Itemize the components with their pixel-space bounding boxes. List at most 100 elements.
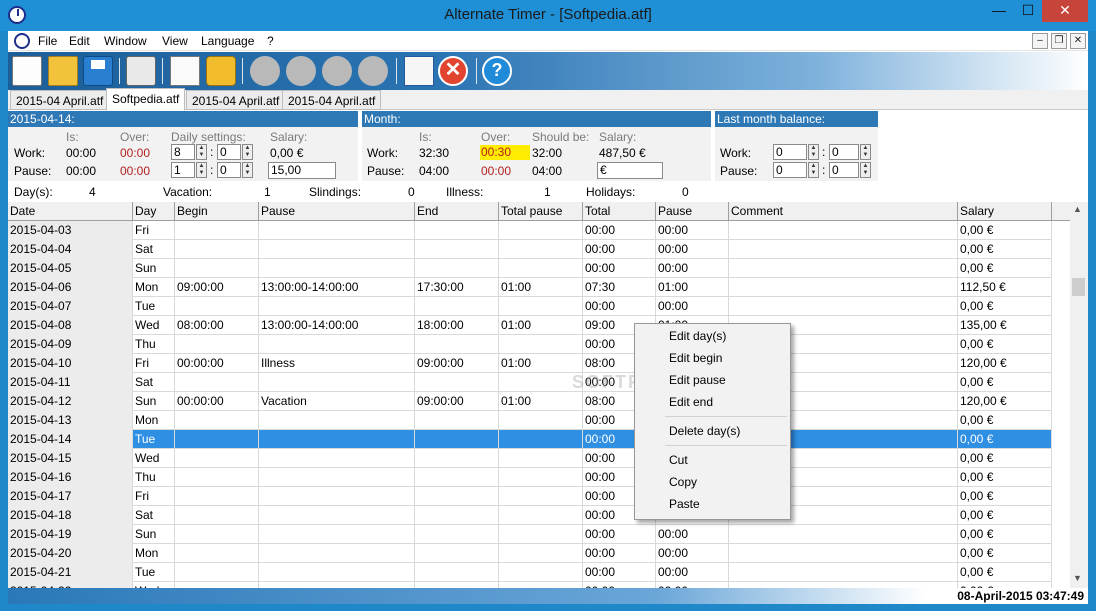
menu-view[interactable]: View [162, 34, 188, 48]
table-row[interactable]: 2015-04-08 Wed 08:00:00 13:00:00-14:00:00 18… [8, 316, 1052, 335]
table-row[interactable]: 2015-04-13 Mon 00:00 0,00 € [8, 411, 1052, 430]
table-row[interactable]: 2015-04-14 Tue 00:00 0,00 € [8, 430, 1052, 449]
cell-total-pause[interactable] [499, 525, 583, 544]
cell-pause-total[interactable]: 00:00 [656, 221, 729, 240]
menu-item-delete-days[interactable]: Delete day(s) [636, 421, 789, 442]
balance-work-minutes-stepper[interactable]: ▲ ▼ [860, 144, 871, 160]
balance-pause-hours-field[interactable]: 0 [773, 162, 807, 178]
help-icon[interactable]: ? [482, 56, 512, 86]
cell-day[interactable]: Mon [133, 411, 175, 430]
cell-begin[interactable] [175, 297, 259, 316]
table-row[interactable]: 2015-04-20 Mon 00:00 00:00 0,00 € [8, 544, 1052, 563]
cell-salary[interactable]: 0,00 € [958, 487, 1052, 506]
menu-item-edit-days[interactable]: Edit day(s) [636, 326, 789, 347]
cell-pause[interactable] [259, 525, 415, 544]
cell-end[interactable] [415, 487, 499, 506]
cell-begin[interactable] [175, 259, 259, 278]
cell-day[interactable]: Wed [133, 316, 175, 335]
cell-end[interactable] [415, 544, 499, 563]
cell-day[interactable]: Tue [133, 563, 175, 582]
cell-pause[interactable] [259, 240, 415, 259]
cell-comment[interactable] [729, 278, 958, 297]
cell-total[interactable]: 00:00 [583, 297, 656, 316]
cell-total-pause[interactable] [499, 487, 583, 506]
month-pause-salary-field[interactable]: € [597, 162, 663, 179]
cell-end[interactable] [415, 525, 499, 544]
scroll-down-arrow[interactable]: ▼ [1073, 573, 1082, 583]
cell-pause[interactable] [259, 259, 415, 278]
menu-item-cut[interactable]: Cut [636, 450, 789, 471]
cell-total-pause[interactable] [499, 221, 583, 240]
cell-salary[interactable]: 120,00 € [958, 354, 1052, 373]
cell-pause-total[interactable]: 00:00 [656, 297, 729, 316]
cell-salary[interactable]: 0,00 € [958, 449, 1052, 468]
balance-work-minutes-field[interactable]: 0 [829, 144, 859, 160]
cell-salary[interactable]: 0,00 € [958, 335, 1052, 354]
table-row[interactable]: 2015-04-03 Fri 00:00 00:00 0,00 € [8, 221, 1052, 240]
cell-begin[interactable]: 00:00:00 [175, 392, 259, 411]
cell-date[interactable]: 2015-04-16 [8, 468, 133, 487]
cell-day[interactable]: Sun [133, 392, 175, 411]
day-work-hours-field[interactable]: 8 [171, 144, 195, 160]
cell-salary[interactable]: 0,00 € [958, 506, 1052, 525]
print-icon[interactable] [126, 56, 156, 86]
cell-day[interactable]: Sat [133, 506, 175, 525]
cell-pause[interactable]: 13:00:00-14:00:00 [259, 278, 415, 297]
table-row[interactable]: 2015-04-19 Sun 00:00 00:00 0,00 € [8, 525, 1052, 544]
day-pause-minutes-field[interactable]: 0 [217, 162, 241, 178]
day-pause-hours-field[interactable]: 1 [171, 162, 195, 178]
cell-date[interactable]: 2015-04-17 [8, 487, 133, 506]
cell-date[interactable]: 2015-04-21 [8, 563, 133, 582]
cell-date[interactable]: 2015-04-18 [8, 506, 133, 525]
cell-begin[interactable] [175, 221, 259, 240]
menu-help[interactable]: ? [267, 34, 274, 48]
cell-total[interactable]: 07:30 [583, 278, 656, 297]
cell-begin[interactable] [175, 430, 259, 449]
cell-comment[interactable] [729, 525, 958, 544]
cell-pause[interactable] [259, 373, 415, 392]
mdi-close-button[interactable]: ✕ [1070, 33, 1086, 49]
column-header-salary[interactable]: Salary [958, 202, 1052, 221]
cell-salary[interactable]: 120,00 € [958, 392, 1052, 411]
cell-date[interactable]: 2015-04-09 [8, 335, 133, 354]
cell-comment[interactable] [729, 240, 958, 259]
day-work-hours-stepper[interactable]: ▲ ▼ [196, 144, 207, 160]
cell-day[interactable]: Thu [133, 335, 175, 354]
table-row[interactable]: 2015-04-15 Wed 00:00 0,00 € [8, 449, 1052, 468]
cell-pause[interactable] [259, 468, 415, 487]
cell-day[interactable]: Mon [133, 544, 175, 563]
edit-icon[interactable] [404, 56, 434, 86]
cell-begin[interactable] [175, 468, 259, 487]
cell-begin[interactable] [175, 487, 259, 506]
cell-date[interactable]: 2015-04-03 [8, 221, 133, 240]
column-header-date[interactable]: Date [8, 202, 133, 221]
mdi-minimize-button[interactable]: – [1032, 33, 1048, 49]
cell-end[interactable] [415, 240, 499, 259]
cell-comment[interactable] [729, 544, 958, 563]
column-header-end[interactable]: End [415, 202, 499, 221]
cell-salary[interactable]: 0,00 € [958, 544, 1052, 563]
menu-language[interactable]: Language [201, 34, 254, 48]
cell-date[interactable]: 2015-04-06 [8, 278, 133, 297]
maximize-button[interactable]: ☐ [1014, 0, 1042, 22]
cell-salary[interactable]: 0,00 € [958, 430, 1052, 449]
cell-begin[interactable] [175, 335, 259, 354]
cell-salary[interactable]: 0,00 € [958, 221, 1052, 240]
cell-pause-total[interactable]: 00:00 [656, 525, 729, 544]
cell-day[interactable]: Fri [133, 221, 175, 240]
cell-pause-total[interactable]: 00:00 [656, 259, 729, 278]
cell-total-pause[interactable] [499, 468, 583, 487]
cell-pause[interactable]: Vacation [259, 392, 415, 411]
cell-date[interactable]: 2015-04-08 [8, 316, 133, 335]
cell-end[interactable] [415, 563, 499, 582]
cell-salary[interactable]: 0,00 € [958, 373, 1052, 392]
scroll-up-arrow[interactable]: ▲ [1073, 204, 1082, 214]
tab-softpedia[interactable]: Softpedia.atf [106, 88, 186, 111]
cell-pause-total[interactable]: 00:00 [656, 563, 729, 582]
cell-pause-total[interactable]: 00:00 [656, 240, 729, 259]
cell-salary[interactable]: 135,00 € [958, 316, 1052, 335]
cell-day[interactable]: Mon [133, 278, 175, 297]
column-header-pause-total[interactable]: Pause [656, 202, 729, 221]
close-button[interactable]: ✕ [1042, 0, 1088, 22]
cell-total-pause[interactable]: 01:00 [499, 316, 583, 335]
